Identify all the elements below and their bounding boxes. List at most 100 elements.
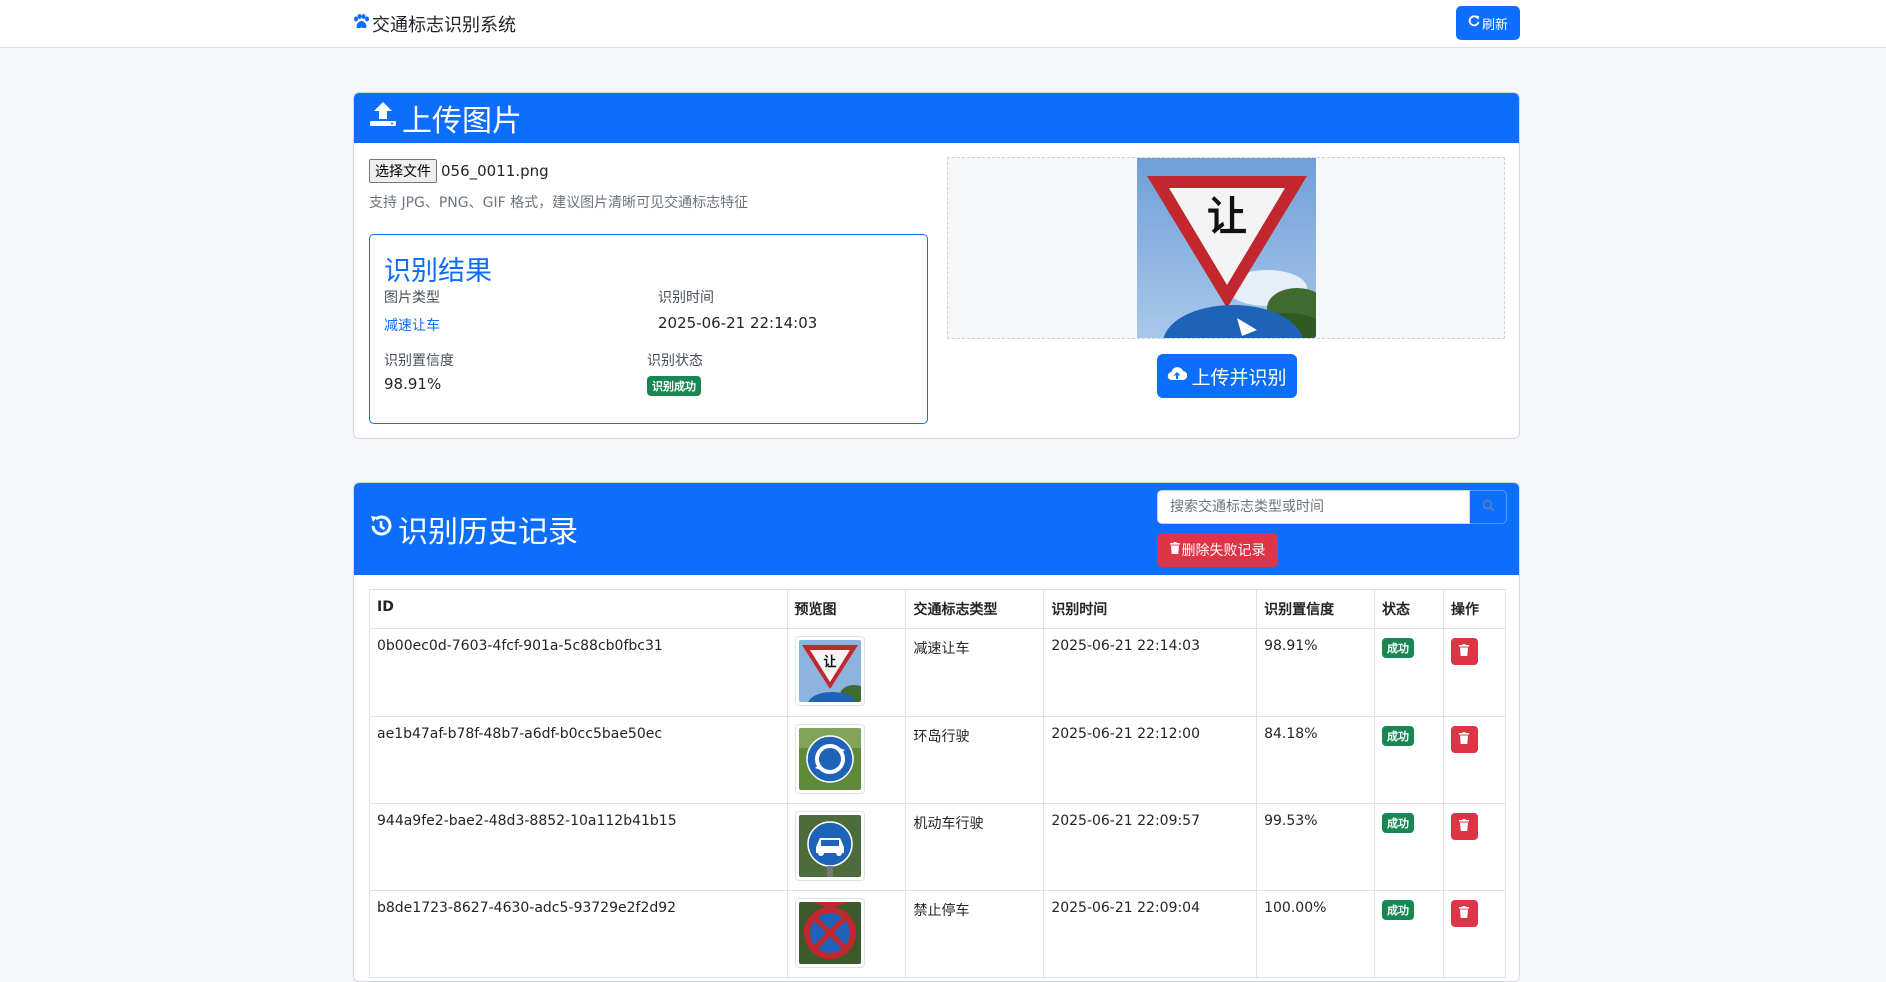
preview-cell — [786, 716, 907, 804]
row-time: 2025-06-21 22:14:03 — [1043, 628, 1258, 717]
column-header-actions[interactable]: 操作 — [1442, 589, 1507, 629]
file-input[interactable]: 选择文件 056_0011.png — [369, 159, 549, 183]
table-header-row: ID 预览图 交通标志类型 识别时间 识别置信度 状态 操作 — [369, 589, 1507, 629]
status-cell: 成功 — [1374, 803, 1444, 891]
upload-and-recognize-label: 上传并识别 — [1191, 366, 1287, 389]
table-row[interactable]: 944a9fe2-bae2-48d3-8852-10a112b41b15 机动车… — [369, 803, 1507, 891]
upload-card-header: 上传图片 — [354, 93, 1519, 143]
column-header-confidence[interactable]: 识别置信度 — [1256, 589, 1376, 629]
row-type: 禁止停车 — [905, 890, 1045, 978]
type-value: 减速让车 — [384, 318, 440, 334]
status-badge: 成功 — [1382, 813, 1415, 833]
thumbnail[interactable] — [794, 811, 865, 881]
choose-file-button[interactable]: 选择文件 — [369, 159, 437, 183]
search-group — [1157, 490, 1507, 524]
status-cell: 成功 — [1374, 628, 1444, 717]
status-badge: 成功 — [1382, 900, 1415, 920]
status-cell: 成功 — [1374, 890, 1444, 978]
refresh-button[interactable]: 刷新 — [1456, 6, 1520, 40]
history-card-header: 识别历史记录 删除失败记录 — [354, 483, 1519, 575]
trash-icon — [1459, 643, 1470, 660]
row-id: 944a9fe2-bae2-48d3-8852-10a112b41b15 — [369, 803, 788, 891]
result-title: 识别结果 — [384, 256, 492, 287]
column-header-status[interactable]: 状态 — [1374, 589, 1444, 629]
delete-failed-records-button[interactable]: 删除失败记录 — [1157, 533, 1278, 567]
preview-cell — [786, 890, 907, 978]
row-id: 0b00ec0d-7603-4fcf-901a-5c88cb0fbc31 — [369, 628, 788, 717]
refresh-icon — [1468, 15, 1480, 31]
image-preview-area: 让 — [947, 157, 1505, 339]
status-badge: 成功 — [1382, 638, 1415, 658]
actions-cell — [1442, 628, 1507, 717]
upload-title: 上传图片 — [368, 96, 522, 140]
row-time: 2025-06-21 22:09:57 — [1043, 803, 1258, 891]
actions-cell — [1442, 716, 1507, 804]
search-input[interactable] — [1157, 490, 1470, 524]
upload-icon — [368, 100, 398, 136]
paw-icon — [353, 14, 370, 34]
thumbnail[interactable]: 让 — [794, 636, 865, 706]
row-type: 环岛行驶 — [905, 716, 1045, 804]
thumbnail[interactable] — [794, 898, 865, 968]
delete-row-button[interactable] — [1450, 900, 1478, 927]
status-cell: 成功 — [1374, 716, 1444, 804]
cloud-upload-icon — [1167, 365, 1188, 387]
status-badge: 成功 — [1382, 726, 1415, 746]
trash-icon — [1459, 905, 1470, 922]
row-confidence: 100.00% — [1256, 890, 1376, 978]
row-confidence: 84.18% — [1256, 716, 1376, 804]
actions-cell — [1442, 890, 1507, 978]
thumbnail[interactable] — [794, 724, 865, 794]
row-confidence: 99.53% — [1256, 803, 1376, 891]
search-icon — [1482, 498, 1495, 516]
delete-row-button[interactable] — [1450, 813, 1478, 840]
time-label: 识别时间 — [658, 290, 714, 306]
status-label: 识别状态 — [647, 353, 703, 369]
upload-card: 上传图片 选择文件 056_0011.png 支持 JPG、PNG、GIF 格式… — [353, 92, 1520, 439]
history-table: ID 预览图 交通标志类型 识别时间 识别置信度 状态 操作 0b00ec0d-… — [369, 589, 1507, 978]
no-parking-sign-icon — [798, 902, 861, 964]
upload-hint: 支持 JPG、PNG、GIF 格式，建议图片清晰可见交通标志特征 — [369, 195, 749, 211]
row-id: ae1b47af-b78f-48b7-a6df-b0cc5bae50ec — [369, 716, 788, 804]
column-header-time[interactable]: 识别时间 — [1043, 589, 1258, 629]
column-header-preview[interactable]: 预览图 — [786, 589, 907, 629]
column-header-type[interactable]: 交通标志类型 — [905, 589, 1045, 629]
yield-sign-icon: 让 — [798, 640, 861, 702]
history-card: 识别历史记录 删除失败记录 ID 预览图 — [353, 482, 1520, 982]
brand[interactable]: 交通标志识别系统 — [353, 11, 516, 37]
history-table-wrapper: ID 预览图 交通标志类型 识别时间 识别置信度 状态 操作 0b00ec0d-… — [369, 589, 1507, 978]
confidence-label: 识别置信度 — [384, 353, 454, 369]
navbar: 交通标志识别系统 刷新 — [0, 0, 1886, 48]
row-confidence: 98.91% — [1256, 628, 1376, 717]
row-time: 2025-06-21 22:09:04 — [1043, 890, 1258, 978]
row-type: 减速让车 — [905, 628, 1045, 717]
column-header-id[interactable]: ID — [369, 589, 788, 629]
roundabout-sign-icon — [798, 728, 861, 790]
preview-cell — [786, 803, 907, 891]
svg-text:让: 让 — [823, 654, 836, 670]
preview-cell: 让 — [786, 628, 907, 717]
confidence-value: 98.91% — [384, 375, 442, 393]
motor-vehicle-sign-icon — [798, 815, 861, 877]
history-icon — [368, 512, 394, 547]
search-button[interactable] — [1470, 490, 1507, 524]
row-type: 机动车行驶 — [905, 803, 1045, 891]
refresh-label: 刷新 — [1481, 17, 1508, 33]
table-row[interactable]: 0b00ec0d-7603-4fcf-901a-5c88cb0fbc31 让 减… — [369, 628, 1507, 717]
history-title: 识别历史记录 — [368, 507, 578, 551]
row-id: b8de1723-8627-4630-adc5-93729e2f2d92 — [369, 890, 788, 978]
trash-icon — [1169, 542, 1180, 558]
file-name: 056_0011.png — [441, 162, 549, 180]
actions-cell — [1442, 803, 1507, 891]
upload-and-recognize-button[interactable]: 上传并识别 — [1157, 354, 1297, 398]
trash-icon — [1459, 818, 1470, 835]
delete-row-button[interactable] — [1450, 638, 1478, 665]
delete-failed-label: 删除失败记录 — [1181, 543, 1266, 559]
table-row[interactable]: b8de1723-8627-4630-adc5-93729e2f2d92 禁止停… — [369, 890, 1507, 978]
svg-text:让: 让 — [1207, 194, 1247, 240]
result-panel: 识别结果 图片类型 减速让车 识别时间 2025-06-21 22:14:03 … — [369, 234, 928, 424]
table-row[interactable]: ae1b47af-b78f-48b7-a6df-b0cc5bae50ec 环岛行… — [369, 716, 1507, 804]
delete-row-button[interactable] — [1450, 726, 1478, 753]
brand-title: 交通标志识别系统 — [372, 15, 516, 36]
trash-icon — [1459, 731, 1470, 748]
